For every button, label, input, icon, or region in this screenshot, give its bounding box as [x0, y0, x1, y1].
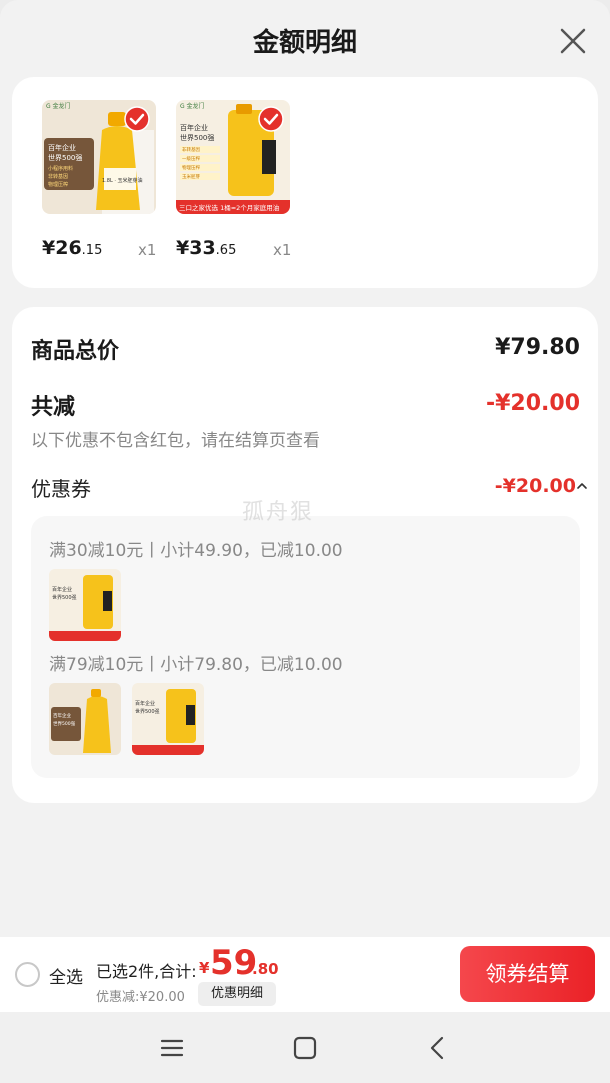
- coupon-tier-1: 满30减10元丨小计49.90，已减10.00: [49, 541, 343, 561]
- total-symbol: ¥: [199, 959, 210, 977]
- product-1-sub: 1.8L · 玉米胚芽油: [102, 177, 143, 184]
- product-1-tag-2: 非转基因: [48, 173, 68, 180]
- tier-2-thumb-2-line-2: 世界500强: [135, 708, 160, 715]
- product-2-tag-4: 玉米胚芽: [182, 173, 200, 180]
- product-1-price-int: ¥26: [42, 237, 82, 259]
- tier-1-thumb-line-2: 世界500强: [52, 594, 77, 601]
- product-2-price-dec: .65: [215, 243, 237, 258]
- product-2-line-2: 世界500强: [180, 133, 214, 142]
- tier-2-thumb-1-line-1: 百年企业: [53, 712, 71, 719]
- product-2-strip: 三口之家优选 1桶≈2个月家庭用油: [179, 203, 279, 212]
- product-2-price: ¥33.65: [176, 237, 236, 259]
- selected-summary: 已选2件,合计:: [96, 962, 197, 981]
- system-nav-bar: [0, 1012, 610, 1083]
- products-card: G 金龙门 百年企业 世界500强 小程序用料 非转基因 物理压榨 1.8L ·…: [12, 77, 598, 288]
- product-2-tag-2: 一级压榨: [182, 155, 200, 162]
- total-decimal: .80: [252, 960, 279, 978]
- reduce-value: -¥20.00: [485, 391, 580, 416]
- tier-2-thumb-1-line-2: 世界500强: [53, 720, 76, 727]
- coupon-label: 优惠券: [31, 477, 91, 501]
- check-badge-icon: [124, 106, 150, 132]
- tier-2-thumb-2-line-1: 百年企业: [135, 700, 155, 707]
- chevron-up-icon[interactable]: [576, 475, 588, 495]
- reduce-label: 共减: [31, 395, 76, 420]
- total-label: 商品总价: [31, 339, 120, 364]
- price-summary-card: 商品总价 ¥79.80 共减 -¥20.00 以下优惠不包含红包，请在结算页查看…: [12, 307, 598, 803]
- product-1-price: ¥26.15: [42, 237, 102, 259]
- product-1-tag-1: 小程序用料: [48, 165, 73, 172]
- discount-detail-button[interactable]: 优惠明细: [198, 982, 276, 1006]
- select-all-label[interactable]: 全选: [49, 963, 83, 988]
- product-1-line-2: 世界500强: [48, 153, 82, 162]
- total-integer: 59: [210, 943, 258, 983]
- product-image-2[interactable]: G 金龙门 百年企业 世界500强 非转基因 一级压榨 物理压榨 玉米胚芽 三口…: [176, 100, 290, 214]
- product-2-tag-3: 物理压榨: [182, 164, 200, 171]
- product-2-price-int: ¥33: [176, 237, 216, 259]
- product-1-tag-3: 物理压榨: [48, 181, 68, 188]
- coupon-tier-2: 满79减10元丨小计79.80，已减10.00: [49, 655, 343, 675]
- product-2-tag-1: 非转基因: [182, 146, 200, 153]
- discount-note: 以下优惠不包含红包，请在结算页查看: [31, 431, 320, 451]
- product-2-qty: x1: [273, 241, 292, 259]
- product-2-line-1: 百年企业: [180, 123, 208, 132]
- menu-icon[interactable]: [158, 1034, 186, 1062]
- total-value: ¥79.80: [495, 335, 580, 360]
- home-square-icon[interactable]: [291, 1034, 319, 1062]
- watermark: 孤舟狠: [242, 500, 315, 525]
- product-1-qty: x1: [138, 241, 157, 259]
- close-icon[interactable]: [556, 24, 590, 58]
- discount-amount: 优惠减:¥20.00: [96, 990, 185, 1005]
- product-1-brand: G 金龙门: [46, 102, 71, 110]
- sheet-title: 金额明细: [252, 28, 357, 58]
- tier-2-product-thumb-1: 百年企业 世界500强: [49, 683, 121, 755]
- product-image-1[interactable]: G 金龙门 百年企业 世界500强 小程序用料 非转基因 物理压榨 1.8L ·…: [42, 100, 156, 214]
- checkout-bar: 全选 已选2件,合计: ¥ 59 .80 优惠减:¥20.00 优惠明细 领券结…: [0, 937, 610, 1012]
- select-all-radio[interactable]: [15, 962, 40, 987]
- checkout-button[interactable]: 领券结算: [460, 946, 595, 1002]
- product-1-line-1: 百年企业: [48, 143, 76, 152]
- coupon-value[interactable]: -¥20.00: [495, 475, 576, 497]
- check-badge-icon: [258, 106, 284, 132]
- back-chevron-icon[interactable]: [424, 1034, 452, 1062]
- tier-1-product-thumb: 百年企业 世界500强: [49, 569, 121, 641]
- tier-1-thumb-line-1: 百年企业: [52, 586, 72, 593]
- tier-2-product-thumb-2: 百年企业 世界500强: [132, 683, 204, 755]
- product-1-price-dec: .15: [81, 243, 103, 258]
- amount-detail-sheet: 金额明细 G 金龙门 百年企业 世界500强 小程序用料 非转基因 物理压榨 1…: [0, 0, 610, 937]
- coupon-detail-box: 满30减10元丨小计49.90，已减10.00 百年企业 世界500强 满79减…: [31, 516, 580, 778]
- product-2-brand: G 金龙门: [180, 102, 205, 110]
